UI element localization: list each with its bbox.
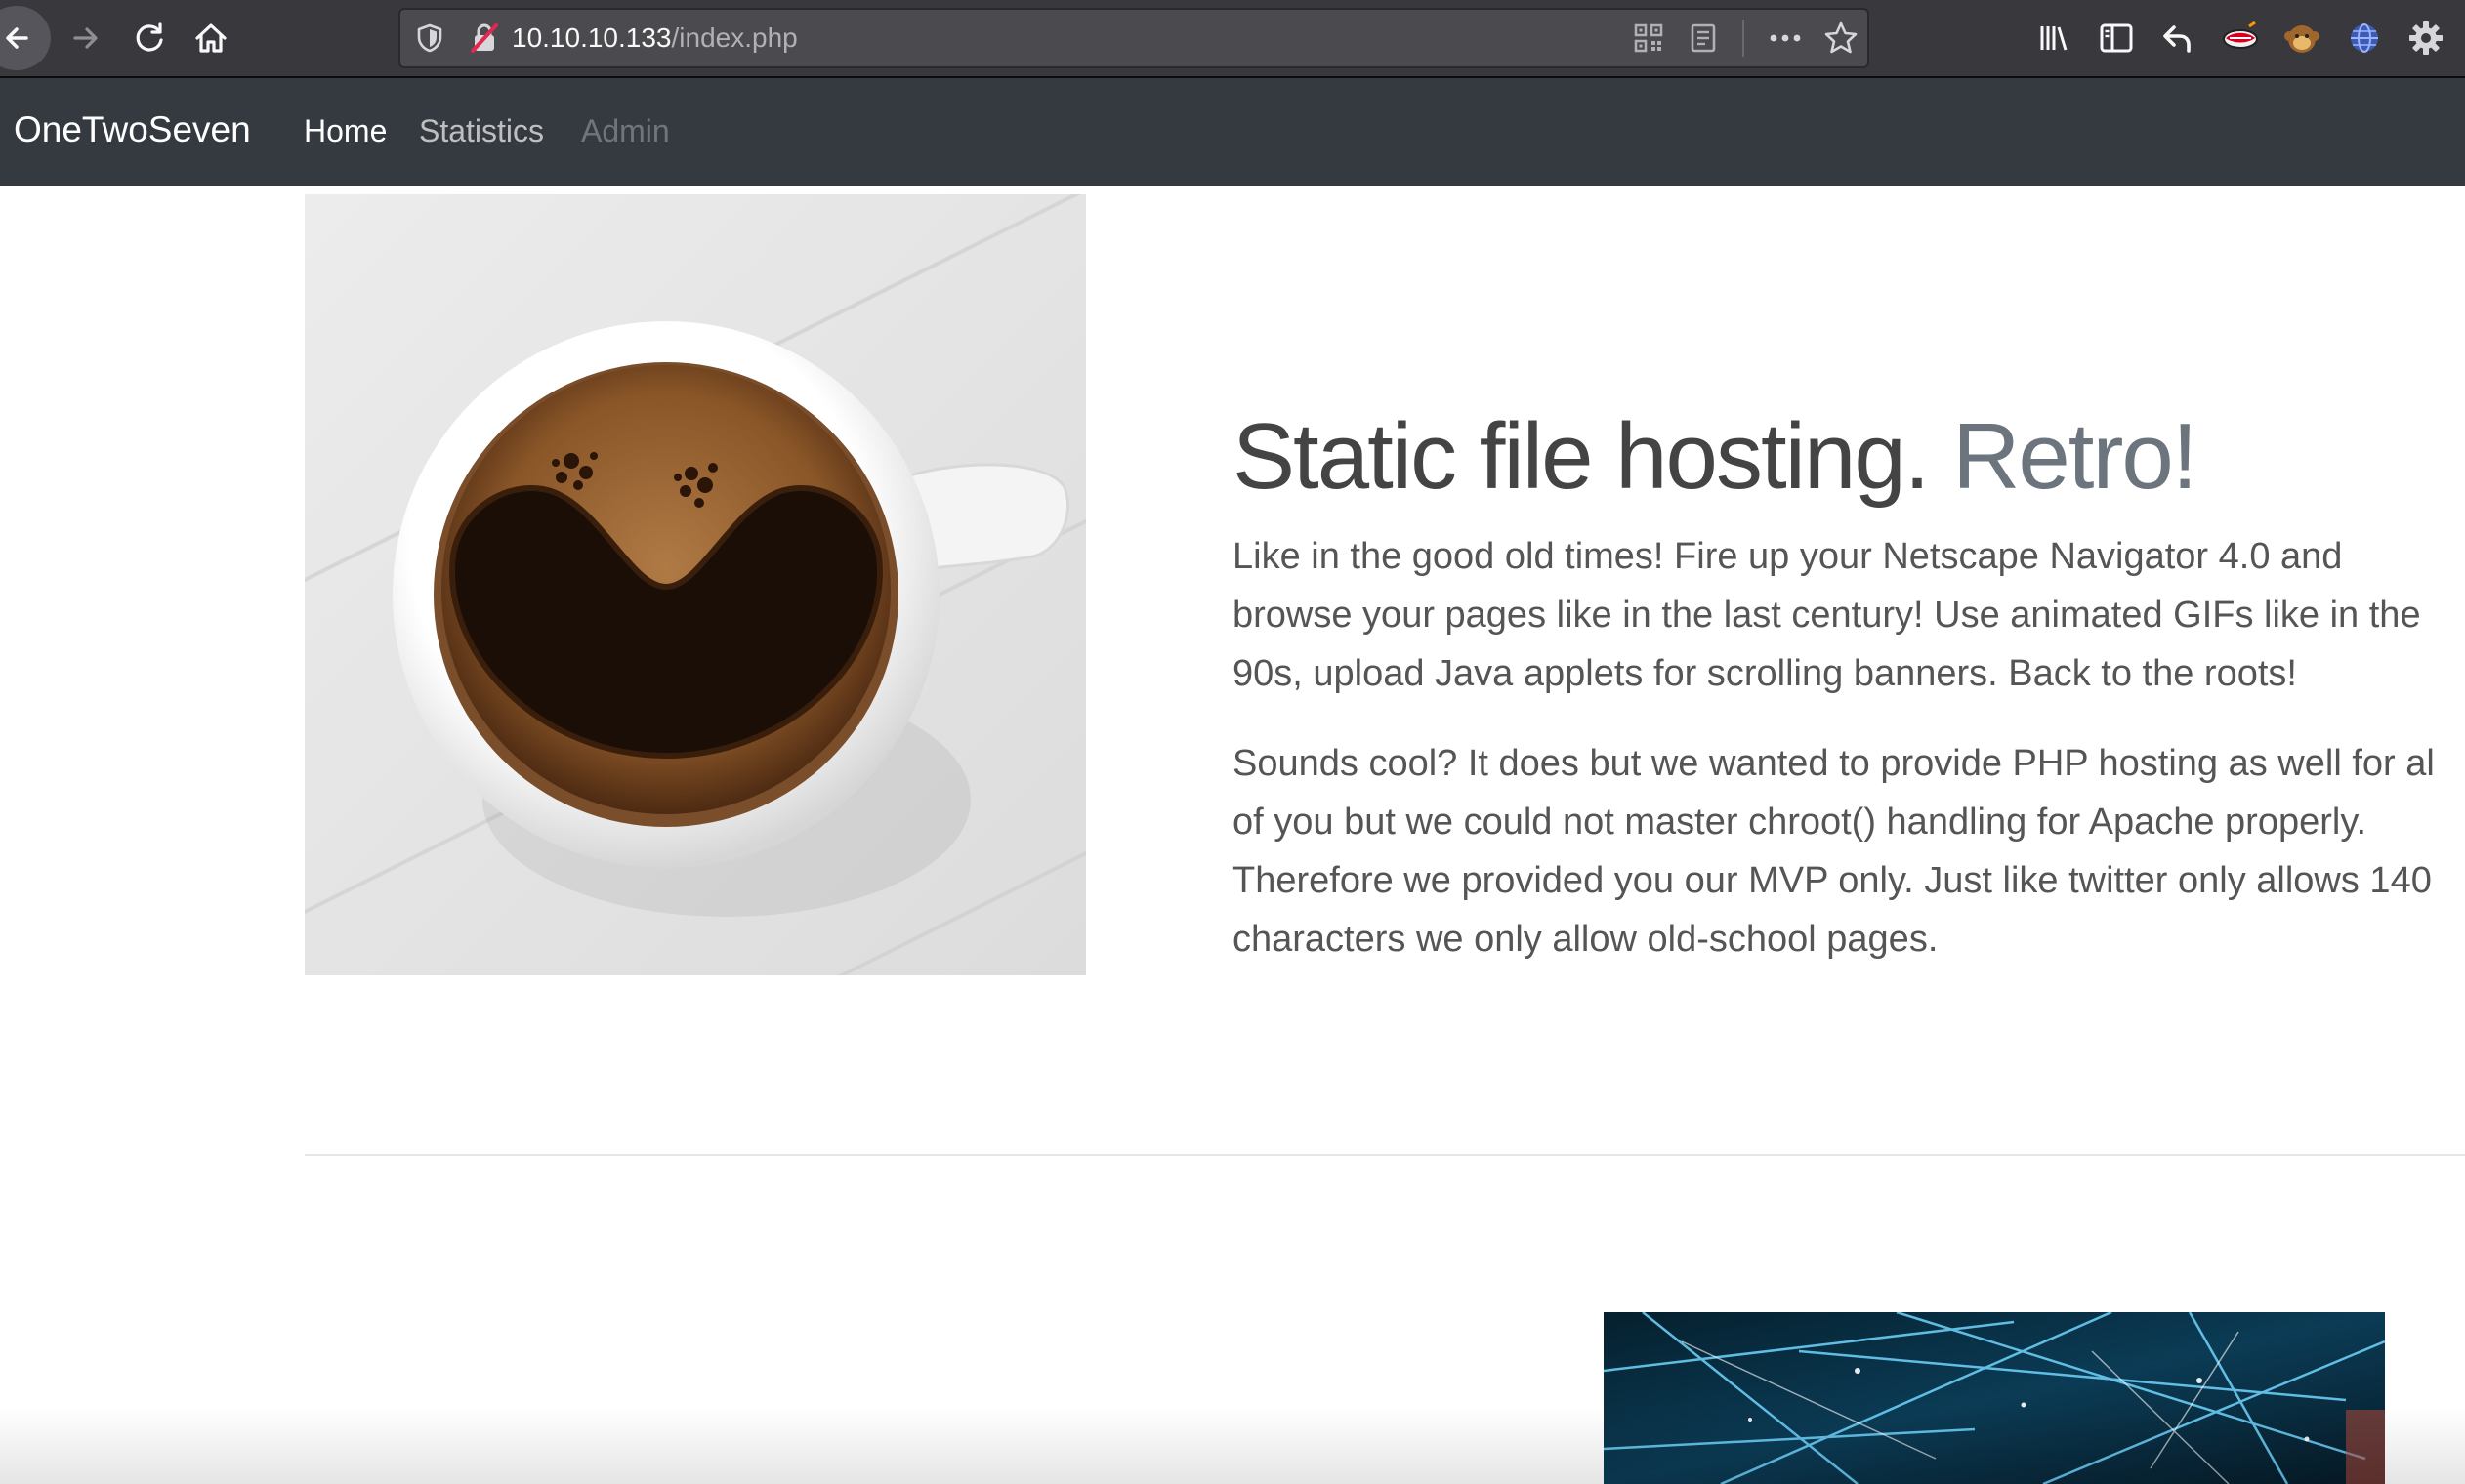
paragraph-line: 90s, upload Java applets for scrolling b… [1232, 653, 2297, 694]
library-icon [2040, 26, 2068, 51]
sidebar-button[interactable] [2090, 12, 2143, 64]
featurette-paragraph-1: Like in the good old times! Fire up your… [1232, 527, 2465, 703]
home-button[interactable] [185, 12, 237, 64]
gear-extension-icon [2409, 21, 2443, 55]
url-path: /index.php [671, 22, 798, 53]
globe-extension-button[interactable] [2338, 12, 2391, 64]
paragraph-line: of you but we could not master chroot() … [1232, 802, 2367, 843]
url-bar-separator [1742, 20, 1744, 57]
featurette-paragraph-2: Sounds cool? It does but we wanted to pr… [1232, 734, 2465, 969]
library-button[interactable] [2027, 12, 2080, 64]
lips-extension-icon [2223, 21, 2258, 49]
nav-link-statistics[interactable]: Statistics [419, 113, 544, 149]
undo-button[interactable] [2152, 12, 2204, 64]
smiley-coffee-image [305, 194, 1086, 975]
network-lights-image [1604, 1312, 2385, 1484]
sidebar-icon [2100, 23, 2133, 53]
url-host: 10.10.10.133 [512, 22, 672, 53]
back-arrow-icon [6, 27, 28, 49]
paragraph-line: Therefore we provided you our MVP only. … [1232, 860, 2432, 901]
qr-code-icon[interactable] [1633, 22, 1664, 54]
monkey-extension-button[interactable] [2276, 12, 2328, 64]
paragraph-line: browse your pages like in the last centu… [1232, 595, 2421, 636]
browser-toolbar: 10.10.10.133/index.php [0, 0, 2465, 78]
shield-icon[interactable] [414, 22, 445, 54]
heading-main: Static file hosting. [1232, 404, 1930, 509]
more-actions-icon[interactable] [1766, 22, 1805, 54]
undo-arrow-icon [2163, 25, 2191, 53]
paragraph-line: Sounds cool? It does but we wanted to pr… [1232, 743, 2435, 784]
reader-view-icon[interactable] [1688, 22, 1719, 54]
heading-muted: Retro! [1952, 404, 2197, 509]
monkey-extension-icon [2284, 25, 2319, 53]
paragraph-line: characters we only allow old-school page… [1232, 919, 1939, 960]
reload-icon [136, 22, 163, 52]
url-bar[interactable]: 10.10.10.133/index.php [398, 8, 1869, 68]
gear-extension-button[interactable] [2400, 12, 2452, 64]
paragraph-line: Like in the good old times! Fire up your… [1232, 536, 2343, 577]
forward-button[interactable] [61, 12, 113, 64]
featurette-heading: Static file hosting. Retro! [1232, 410, 2197, 504]
navbar-brand[interactable]: OneTwoSeven [14, 109, 251, 150]
globe-extension-icon [2351, 23, 2378, 53]
nav-link-home[interactable]: Home [304, 113, 387, 149]
site-navbar: OneTwoSeven Home Statistics Admin [0, 78, 2465, 186]
nav-link-admin: Admin [581, 113, 670, 148]
lips-extension-button[interactable] [2214, 12, 2267, 64]
home-icon [195, 23, 227, 53]
featurette-divider [305, 1154, 2465, 1156]
forward-arrow-icon [73, 27, 98, 49]
back-button[interactable] [0, 6, 51, 70]
url-text[interactable]: 10.10.10.133/index.php [512, 22, 798, 54]
bookmark-star-icon[interactable] [1822, 20, 1859, 57]
reload-button[interactable] [123, 12, 176, 64]
insecure-lock-icon[interactable] [469, 21, 500, 55]
